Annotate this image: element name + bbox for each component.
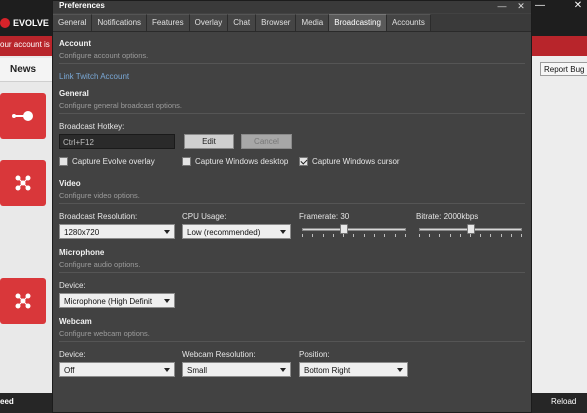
account-notice-text: our account is (0, 40, 50, 49)
logo-icon (0, 18, 10, 28)
webcam-position-select[interactable]: Bottom Right (299, 362, 408, 377)
broadcast-icon (12, 111, 33, 121)
tab-notifications[interactable]: Notifications (92, 14, 148, 31)
tab-bar: General Notifications Features Overlay C… (53, 14, 531, 32)
slider-track (302, 228, 406, 231)
checkbox-box[interactable] (59, 157, 68, 166)
divider (59, 63, 525, 64)
tab-features[interactable]: Features (147, 14, 190, 31)
broadcast-hotkey-field[interactable]: Ctrl+F12 (59, 134, 175, 149)
reload-button[interactable]: Reload (551, 397, 576, 406)
tab-chat[interactable]: Chat (228, 14, 257, 31)
webcam-resolution-label: Webcam Resolution: (182, 350, 256, 359)
video-section-title: Video (59, 179, 81, 188)
framerate-slider[interactable] (302, 224, 406, 238)
dialog-titlebar[interactable]: Preferences — ✕ (53, 1, 531, 13)
webcam-device-select[interactable]: Off (59, 362, 175, 377)
network-icon (15, 175, 31, 191)
select-value: Microphone (High Definit (64, 297, 153, 306)
webcam-device-label: Device: (59, 350, 86, 359)
select-value: Off (64, 366, 75, 375)
general-section-title: General (59, 89, 89, 98)
preferences-dialog: Preferences — ✕ General Notifications Fe… (52, 0, 532, 413)
select-value: Small (187, 366, 208, 375)
close-button[interactable]: ✕ (512, 1, 530, 13)
bitrate-slider[interactable] (419, 224, 522, 238)
account-section-title: Account (59, 39, 91, 48)
select-value: 1280x720 (64, 228, 100, 237)
capture-windows-cursor-checkbox[interactable]: Capture Windows cursor (299, 157, 400, 166)
webcam-resolution-select[interactable]: Small (182, 362, 291, 377)
select-value: Low (recommended) (187, 228, 261, 237)
checkbox-label: Capture Evolve overlay (72, 157, 155, 166)
checkbox-label: Capture Windows cursor (312, 157, 400, 166)
chevron-down-icon (164, 230, 170, 234)
tab-overlay[interactable]: Overlay (189, 14, 229, 31)
broadcast-resolution-label: Broadcast Resolution: (59, 212, 138, 221)
slider-ticks (302, 234, 406, 238)
tab-media[interactable]: Media (296, 14, 330, 31)
feed-label[interactable]: eed (0, 397, 14, 406)
capture-evolve-overlay-checkbox[interactable]: Capture Evolve overlay (59, 157, 155, 166)
video-section-description: Configure video options. (59, 191, 140, 200)
framerate-label: Framerate: 30 (299, 212, 350, 221)
checkbox-box-checked[interactable] (299, 157, 308, 166)
cancel-hotkey-button[interactable]: Cancel (241, 134, 292, 149)
microphone-device-label: Device: (59, 281, 86, 290)
tab-broadcasting[interactable]: Broadcasting (329, 14, 387, 31)
checkbox-box[interactable] (182, 157, 191, 166)
tab-browser[interactable]: Browser (256, 14, 297, 31)
app-logo: EVOLVE (0, 18, 49, 28)
right-panel (532, 56, 587, 396)
tab-accounts[interactable]: Accounts (386, 14, 431, 31)
chevron-down-icon (280, 230, 286, 234)
divider (59, 113, 525, 114)
chevron-down-icon (164, 299, 170, 303)
broadcast-resolution-select[interactable]: 1280x720 (59, 224, 175, 239)
app-close-button[interactable]: ✕ (571, 0, 585, 12)
checkbox-label: Capture Windows desktop (195, 157, 289, 166)
microphone-section-title: Microphone (59, 248, 105, 257)
chevron-down-icon (280, 368, 286, 372)
app-minimize-button[interactable]: — (533, 0, 547, 12)
account-section-description: Configure account options. (59, 51, 149, 60)
divider (59, 272, 525, 273)
minimize-button[interactable]: — (493, 1, 511, 13)
bitrate-label: Bitrate: 2000kbps (416, 212, 479, 221)
network-icon (15, 293, 31, 309)
app-name: EVOLVE (13, 18, 49, 28)
microphone-section-description: Configure audio options. (59, 260, 141, 269)
general-section-description: Configure general broadcast options. (59, 101, 182, 110)
webcam-section-title: Webcam (59, 317, 92, 326)
capture-windows-desktop-checkbox[interactable]: Capture Windows desktop (182, 157, 288, 166)
cpu-usage-label: CPU Usage: (182, 212, 227, 221)
tab-general[interactable]: General (53, 14, 93, 31)
link-twitch-account[interactable]: Link Twitch Account (59, 72, 129, 81)
cpu-usage-select[interactable]: Low (recommended) (182, 224, 291, 239)
slider-thumb[interactable] (340, 224, 348, 234)
broadcast-hotkey-label: Broadcast Hotkey: (59, 122, 125, 131)
dialog-title: Preferences (59, 1, 105, 10)
slider-ticks (419, 234, 522, 238)
chevron-down-icon (397, 368, 403, 372)
broadcasting-panel: Account Configure account options. Link … (53, 32, 531, 413)
microphone-device-select[interactable]: Microphone (High Definit (59, 293, 175, 308)
news-tab[interactable]: News (0, 58, 52, 82)
edit-hotkey-button[interactable]: Edit (184, 134, 234, 149)
network-tile[interactable] (0, 160, 46, 206)
divider (59, 341, 525, 342)
divider (59, 203, 525, 204)
slider-thumb[interactable] (467, 224, 475, 234)
webcam-section-description: Configure webcam options. (59, 329, 150, 338)
select-value: Bottom Right (304, 366, 351, 375)
webcam-position-label: Position: (299, 350, 330, 359)
report-bug-button[interactable]: Report Bug (540, 62, 587, 76)
network-tile-2[interactable] (0, 278, 46, 324)
broadcast-tile[interactable] (0, 93, 46, 139)
chevron-down-icon (164, 368, 170, 372)
